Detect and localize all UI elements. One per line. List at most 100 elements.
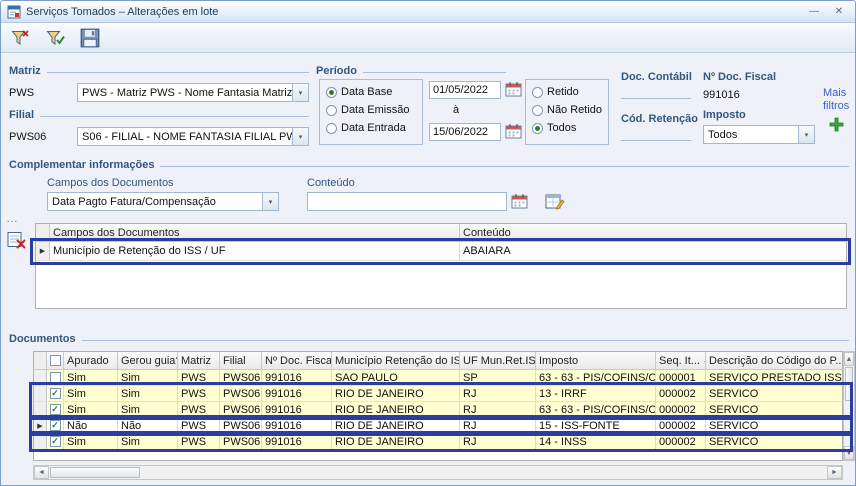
radio-icon <box>532 105 543 116</box>
column-header-imposto[interactable]: Imposto <box>536 352 656 370</box>
documents-grid: Apurado Gerou guia? Matriz Filial Nº Doc… <box>33 351 843 461</box>
radio-retido[interactable]: Retido <box>532 86 602 98</box>
complementar-grid-header: Campos dos Documentos Conteúdo <box>36 224 846 242</box>
row-checkbox[interactable] <box>50 372 61 383</box>
radio-icon <box>326 123 337 134</box>
complementar-section-label: Complementar informações <box>9 159 849 171</box>
row-checkbox[interactable] <box>50 436 61 447</box>
scroll-up-icon[interactable]: ▲ <box>844 352 854 366</box>
complementar-grid: Campos dos Documentos Conteúdo ▶ Municíp… <box>35 223 847 309</box>
apply-filter-button[interactable] <box>41 25 69 50</box>
mais-filtros-link[interactable]: Mais filtros <box>823 87 856 113</box>
vscroll-thumb[interactable] <box>845 367 853 401</box>
document-row[interactable]: Sim Sim PWS PWS06 991016 RIO DE JANEIRO … <box>34 402 842 418</box>
chevron-down-icon[interactable]: ▾ <box>292 128 308 145</box>
title-bar: Serviços Tomados – Alterações em lote — … <box>1 1 855 23</box>
column-header-filial[interactable]: Filial <box>220 352 262 370</box>
document-row[interactable]: Sim Sim PWS PWS06 991016 SAO PAULO SP 63… <box>34 370 842 386</box>
save-icon <box>80 28 100 48</box>
doc-contabil-label: Doc. Contábil <box>621 71 692 83</box>
date-to-input[interactable] <box>429 123 501 141</box>
scroll-right-icon[interactable]: ► <box>827 466 842 479</box>
column-header-matriz[interactable]: Matriz <box>178 352 220 370</box>
column-header-campos[interactable]: Campos dos Documentos <box>50 224 460 242</box>
documents-vscrollbar[interactable]: ▲ ▼ <box>843 351 855 461</box>
chevron-down-icon[interactable]: ▾ <box>292 84 308 101</box>
radio-icon <box>532 123 543 134</box>
radio-data-entrada[interactable]: Data Entrada <box>326 122 416 134</box>
save-button[interactable] <box>76 25 104 50</box>
row-indicator-icon: ▶ <box>34 418 47 433</box>
row-checkbox[interactable] <box>50 404 61 415</box>
select-all-checkbox[interactable] <box>47 352 64 370</box>
window-title: Serviços Tomados – Alterações em lote <box>26 6 218 18</box>
campos-documentos-label: Campos dos Documentos <box>47 177 174 189</box>
row-indicator-icon: ▶ <box>36 242 50 260</box>
filial-group-label: Filial <box>9 109 309 121</box>
date-separator: à <box>453 104 459 116</box>
chevron-down-icon[interactable]: ▾ <box>798 126 814 143</box>
row-checkbox[interactable] <box>50 420 61 431</box>
radio-todos[interactable]: Todos <box>532 122 602 134</box>
documents-grid-header: Apurado Gerou guia? Matriz Filial Nº Doc… <box>34 352 842 370</box>
imposto-combo[interactable]: Todos ▾ <box>703 125 815 144</box>
column-header-apurado[interactable]: Apurado <box>64 352 118 370</box>
checkbox-icon <box>50 355 61 366</box>
minimize-button[interactable]: — <box>804 4 824 20</box>
chevron-down-icon[interactable]: ▾ <box>262 193 278 210</box>
matriz-code: PWS <box>9 87 34 99</box>
documents-hscrollbar[interactable]: ◄ ► <box>33 465 843 480</box>
filial-combo[interactable]: S06 - FILIAL - NOME FANTASIA FILIAL PWS0… <box>77 127 309 146</box>
delete-row-icon <box>7 231 27 249</box>
toolbar <box>1 23 855 53</box>
document-row[interactable]: Sim Sim PWS PWS06 991016 RIO DE JANEIRO … <box>34 386 842 402</box>
column-header-municipio[interactable]: Município Retenção do ISS <box>332 352 460 370</box>
row-checkbox[interactable] <box>50 388 61 399</box>
calendar-icon[interactable] <box>505 81 522 97</box>
cod-retencao-label: Cód. Retenção <box>621 113 698 125</box>
document-row[interactable]: ▶ Não Não PWS PWS06 991016 RIO DE JANEIR… <box>34 418 842 434</box>
close-button[interactable]: ✕ <box>829 4 849 20</box>
cod-retencao-field[interactable] <box>621 140 691 141</box>
edit-table-icon <box>545 193 565 211</box>
num-doc-fiscal-value[interactable]: 991016 <box>703 89 740 101</box>
column-header-gerou-guia[interactable]: Gerou guia? <box>118 352 178 370</box>
matriz-group-label: Matriz <box>9 65 309 77</box>
imposto-label: Imposto <box>703 109 746 121</box>
retencao-radio-group: Retido Não Retido Todos <box>525 79 609 145</box>
filter-apply-icon <box>46 29 65 47</box>
matriz-combo[interactable]: PWS - Matriz PWS - Nome Fantasia Matriz … <box>77 83 309 102</box>
scroll-down-icon[interactable]: ▼ <box>844 446 854 460</box>
column-header-num-doc-fiscal[interactable]: Nº Doc. Fiscal <box>262 352 332 370</box>
clear-filter-button[interactable] <box>6 25 34 50</box>
radio-data-emissao[interactable]: Data Emissão <box>326 104 416 116</box>
conteudo-label: Conteúdo <box>307 177 355 189</box>
plus-icon[interactable] <box>829 117 844 132</box>
filial-code: PWS06 <box>9 131 46 143</box>
calendar-icon[interactable] <box>511 193 528 209</box>
periodo-radio-group: Data Base Data Emissão Data Entrada <box>319 79 423 145</box>
add-field-button[interactable] <box>541 189 569 214</box>
calendar-icon[interactable] <box>505 123 522 139</box>
documentos-section-label: Documentos <box>9 333 849 345</box>
document-row[interactable]: Sim Sim PWS PWS06 991016 RIO DE JANEIRO … <box>34 434 842 450</box>
conteudo-input[interactable] <box>307 192 507 211</box>
column-header-descricao[interactable]: Descrição do Código do P... <box>706 352 842 370</box>
radio-icon <box>326 87 337 98</box>
date-from-input[interactable] <box>429 81 501 99</box>
campos-documentos-combo[interactable]: Data Pagto Fatura/Compensação ▾ <box>47 192 279 211</box>
radio-icon <box>532 87 543 98</box>
radio-data-base[interactable]: Data Base <box>326 86 416 98</box>
app-icon <box>7 5 21 19</box>
column-header-seq[interactable]: Seq. It...▲ <box>656 352 706 370</box>
periodo-group-label: Período <box>316 65 506 77</box>
scroll-left-icon[interactable]: ◄ <box>34 466 49 479</box>
grip-dots[interactable]: … <box>6 211 19 225</box>
column-header-uf[interactable]: UF Mun.Ret.ISS <box>460 352 536 370</box>
hscroll-thumb[interactable] <box>50 467 140 478</box>
complementar-grid-row[interactable]: ▶ Município de Retenção do ISS / UF ABAI… <box>36 242 846 261</box>
doc-contabil-field[interactable] <box>621 98 691 99</box>
radio-nao-retido[interactable]: Não Retido <box>532 104 602 116</box>
delete-row-button[interactable] <box>3 227 31 252</box>
column-header-conteudo[interactable]: Conteúdo <box>460 224 846 242</box>
